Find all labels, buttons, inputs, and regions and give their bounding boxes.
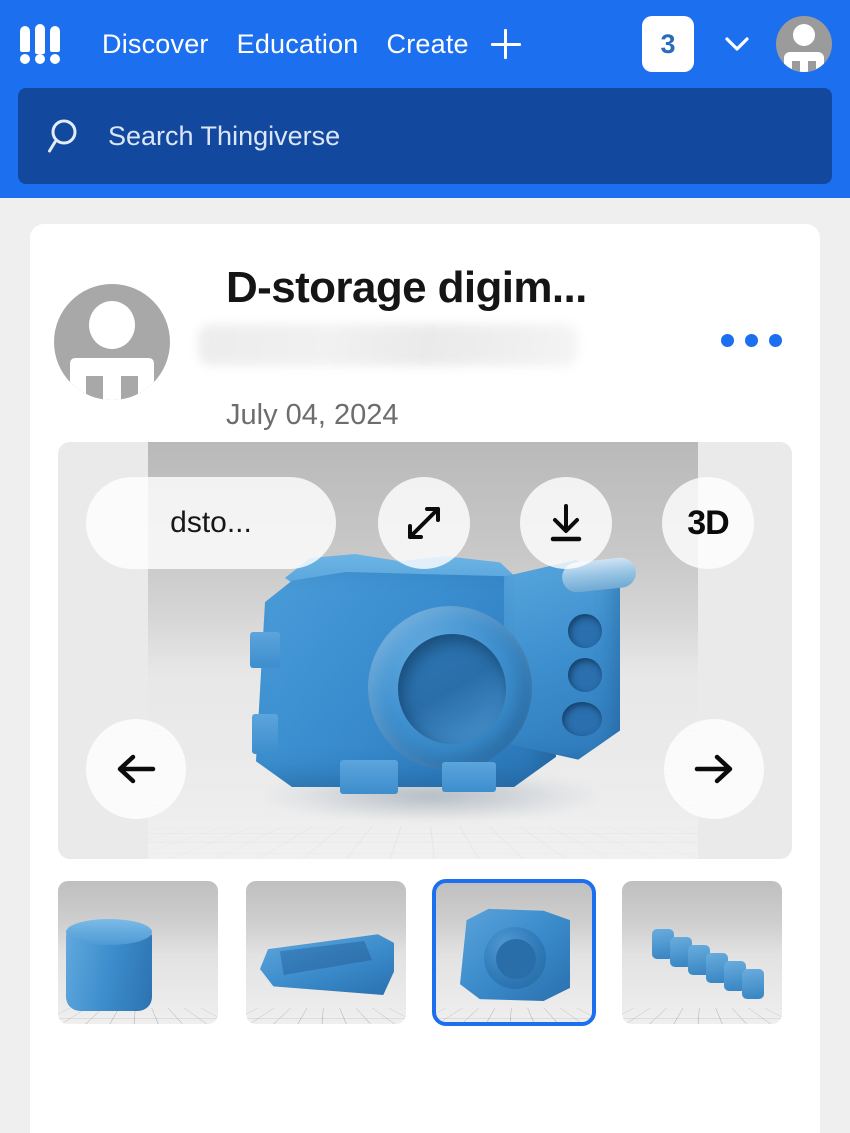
thumbnail-4[interactable] [622, 881, 782, 1024]
more-dot-2 [745, 334, 758, 347]
top-navigation-bar: Discover Education Create 3 [18, 0, 832, 88]
next-image-button[interactable] [664, 719, 764, 819]
more-dot-3 [769, 334, 782, 347]
file-name-pill[interactable]: dsto... [86, 477, 336, 569]
thingiverse-logo[interactable] [18, 22, 70, 66]
notification-badge[interactable]: 3 [642, 16, 694, 72]
model-render [250, 554, 638, 822]
publish-date: July 04, 2024 [226, 399, 399, 431]
nav-create[interactable]: Create [373, 23, 483, 66]
author-avatar-notch-1 [86, 376, 103, 400]
nav-discover[interactable]: Discover [88, 23, 223, 66]
logo-dot-1 [20, 54, 30, 64]
thumbnail-strip [30, 859, 820, 1026]
model-tab-1 [250, 632, 280, 668]
thumb-part-cylinder-top [66, 919, 152, 945]
plus-icon[interactable] [490, 29, 521, 59]
more-options-button[interactable] [711, 324, 792, 357]
thumbnail-3[interactable] [432, 879, 596, 1026]
search-icon [48, 117, 86, 155]
author-avatar-notch-2 [121, 376, 138, 400]
thumb-part-camera-lens-inner [496, 939, 536, 979]
thumbnail-1[interactable] [58, 881, 218, 1024]
arrow-left-icon [111, 744, 161, 794]
thumb-grid-2 [246, 1007, 406, 1024]
thumb-part-peg-6 [742, 969, 764, 999]
thing-header: D-storage digim... July 04, 2024 [30, 224, 820, 442]
download-button[interactable] [520, 477, 612, 569]
author-avatar-body [70, 358, 154, 400]
author-name-redacted [198, 324, 578, 366]
author-avatar-head [89, 301, 135, 349]
model-tab-3 [340, 760, 398, 794]
more-dot-1 [721, 334, 734, 347]
author-avatar[interactable] [54, 284, 170, 400]
model-hole-3 [562, 702, 602, 736]
user-avatar[interactable] [776, 16, 832, 72]
view-3d-button[interactable]: 3D [662, 477, 754, 569]
model-tab-4 [442, 762, 496, 792]
thing-card: D-storage digim... July 04, 2024 dsto...… [30, 224, 820, 1133]
page-title: D-storage digim... [226, 263, 587, 312]
chevron-down-icon[interactable] [720, 27, 754, 61]
thumb-grid-4 [622, 1007, 782, 1024]
arrow-right-icon [689, 744, 739, 794]
expand-button[interactable] [378, 477, 470, 569]
thumb-grid-3 [434, 1007, 594, 1024]
download-icon [542, 499, 590, 547]
page-root: Discover Education Create 3 Search Thing… [0, 0, 850, 1133]
model-hole-1 [568, 614, 602, 648]
previous-image-button[interactable] [86, 719, 186, 819]
logo-dot-2 [35, 54, 45, 64]
site-header: Discover Education Create 3 Search Thing… [0, 0, 850, 198]
model-lens-inner [398, 634, 506, 744]
search-input[interactable]: Search Thingiverse [108, 121, 340, 152]
avatar-notch-1 [792, 61, 800, 72]
logo-bar-2 [35, 24, 45, 54]
logo-bar-3 [50, 26, 60, 52]
model-viewer[interactable]: dsto... 3D [58, 442, 792, 859]
logo-bar-1 [20, 26, 30, 52]
model-tab-2 [252, 714, 278, 754]
model-hole-2 [568, 658, 602, 692]
thumbnail-2[interactable] [246, 881, 406, 1024]
avatar-body [784, 52, 824, 72]
avatar-head [793, 24, 815, 46]
search-bar[interactable]: Search Thingiverse [18, 88, 832, 184]
expand-arrows-icon [400, 499, 448, 547]
nav-create-group[interactable]: Create [373, 23, 527, 66]
nav-education[interactable]: Education [223, 23, 373, 66]
avatar-notch-2 [808, 61, 816, 72]
logo-dot-3 [50, 54, 60, 64]
